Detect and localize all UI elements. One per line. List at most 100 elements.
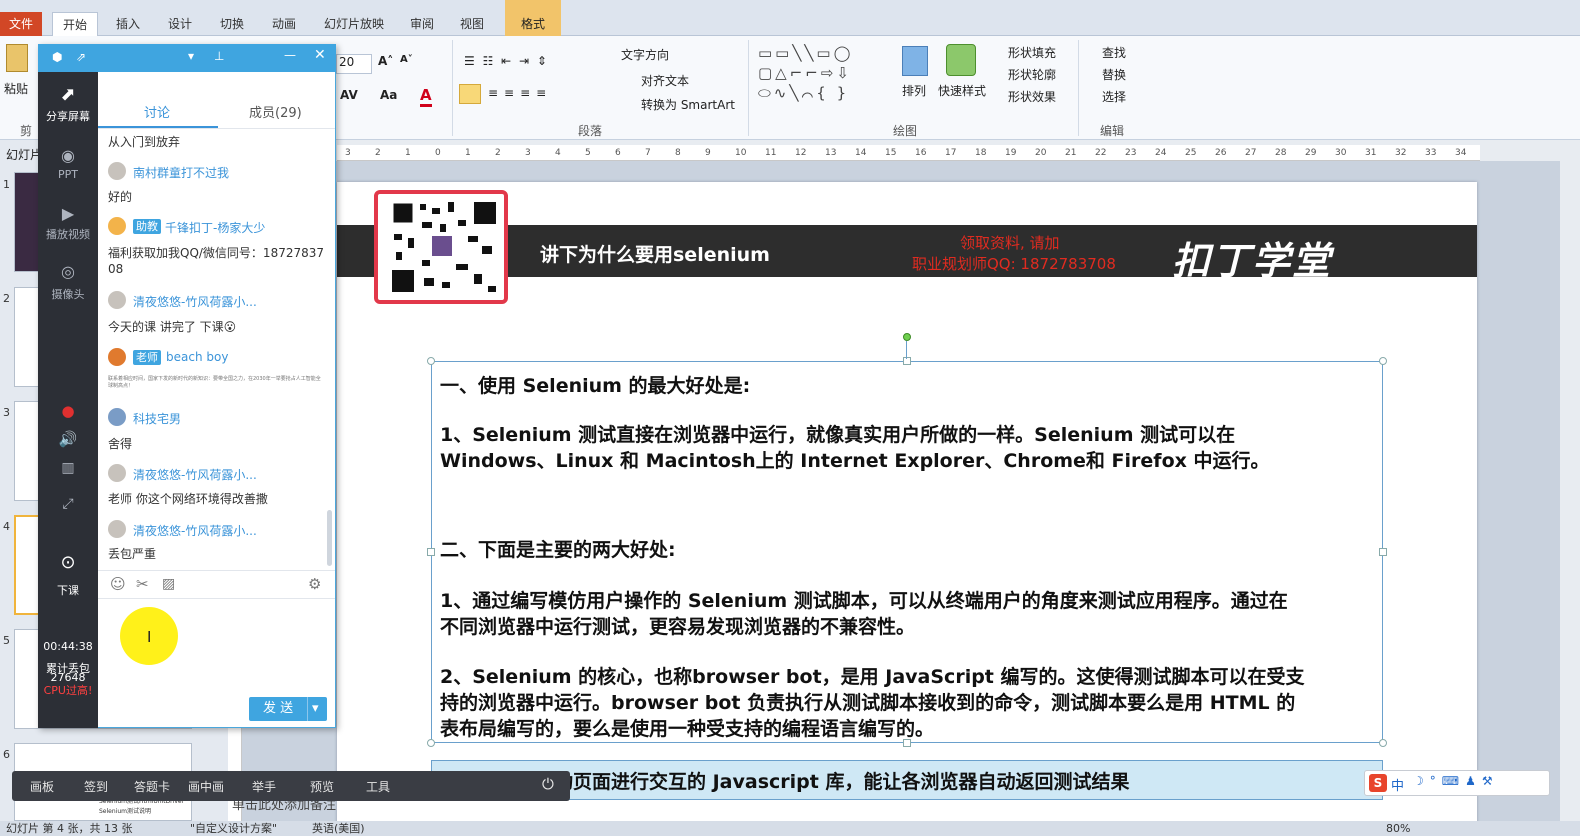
shape-fill-button[interactable]: 形状填充 bbox=[1008, 44, 1056, 61]
ruler-tick: 29 bbox=[1305, 148, 1317, 158]
pin-icon[interactable]: ⊥ bbox=[214, 49, 224, 63]
quick-styles-button[interactable]: 快速样式 bbox=[938, 82, 986, 99]
fullscreen-icon[interactable]: ⤢ bbox=[38, 496, 98, 512]
tab-animations[interactable]: 动画 bbox=[262, 12, 306, 36]
ruler-tick: 6 bbox=[615, 148, 621, 158]
shapes-gallery-row2[interactable]: ▢△⌐⌐⇨⇩ bbox=[758, 64, 852, 82]
resize-handle[interactable] bbox=[1379, 739, 1387, 747]
chevron-down-icon[interactable]: ▾ bbox=[307, 697, 319, 721]
file-tab[interactable]: 文件 bbox=[0, 12, 42, 36]
chat-user-name[interactable]: 清夜悠悠-竹风荷露小... bbox=[133, 293, 257, 310]
answer-card-button[interactable]: 答题卡 bbox=[134, 778, 170, 795]
send-button[interactable]: 发 送 ▾ bbox=[249, 697, 327, 721]
end-class-icon[interactable]: ⊙ bbox=[38, 552, 98, 573]
chat-user-name[interactable]: 南村群童打不过我 bbox=[133, 164, 229, 181]
preview-button[interactable]: 预览 bbox=[310, 778, 334, 795]
arrange-button[interactable]: 排列 bbox=[902, 82, 926, 99]
font-size-box[interactable]: 20 bbox=[336, 54, 372, 74]
volume-bars-icon[interactable]: ▥ bbox=[38, 460, 98, 476]
share-screen-label[interactable]: 分享屏幕 bbox=[38, 108, 98, 124]
ppt-label[interactable]: PPT bbox=[38, 168, 98, 181]
chat-user-name[interactable]: 科技宅男 bbox=[133, 410, 181, 427]
tab-transitions[interactable]: 切换 bbox=[210, 12, 254, 36]
tab-view[interactable]: 视图 bbox=[450, 12, 494, 36]
summary-box[interactable]: 总概：可以驱动页面进行交互的 Javascript 库，能让各浏览器自动返回测试… bbox=[431, 760, 1383, 800]
zoom-level[interactable]: 80% bbox=[1386, 821, 1410, 836]
image-icon[interactable]: ▨ bbox=[162, 576, 175, 592]
align-text-button[interactable]: 对齐文本 bbox=[641, 72, 689, 89]
pip-button[interactable]: 画中画 bbox=[188, 778, 224, 795]
play-video-label[interactable]: 播放视频 bbox=[38, 226, 98, 242]
tab-insert[interactable]: 插入 bbox=[106, 12, 150, 36]
replace-button[interactable]: 替换 bbox=[1102, 66, 1126, 83]
resize-handle[interactable] bbox=[1379, 357, 1387, 365]
tools-button[interactable]: 工具 bbox=[366, 778, 390, 795]
tab-review[interactable]: 审阅 bbox=[402, 12, 442, 36]
shapes-gallery-icon[interactable]: ▭▭╲╲▭◯ bbox=[758, 44, 853, 62]
shape-outline-button[interactable]: 形状轮廓 bbox=[1008, 66, 1056, 83]
find-button[interactable]: 查找 bbox=[1102, 44, 1126, 61]
body-line: 二、下面是主要的两大好处: bbox=[440, 539, 676, 561]
camera-icon[interactable]: ◎ bbox=[38, 262, 98, 281]
smartart-button[interactable]: 转换为 SmartArt bbox=[641, 96, 735, 113]
align-group-icons[interactable]: ≡≡≡≡ bbox=[488, 86, 552, 100]
resize-handle[interactable] bbox=[1379, 548, 1387, 556]
chat-user-name[interactable]: beach boy bbox=[166, 350, 228, 364]
bullets-icon[interactable]: ☰ ☷ ⇤ ⇥ ⇕ bbox=[464, 54, 549, 68]
resize-handle[interactable] bbox=[427, 357, 435, 365]
play-video-icon[interactable]: ▶ bbox=[38, 204, 98, 223]
tab-home[interactable]: 开始 bbox=[52, 12, 98, 36]
change-case-icon[interactable]: Aa bbox=[380, 88, 397, 102]
ime-mode[interactable]: 中 bbox=[1391, 775, 1404, 794]
signin-button[interactable]: 签到 bbox=[84, 778, 108, 795]
select-button[interactable]: 选择 bbox=[1102, 88, 1126, 105]
tab-format[interactable]: 格式 bbox=[505, 0, 561, 36]
minimize-icon[interactable]: — bbox=[284, 48, 296, 62]
shapes-gallery-row3[interactable]: ⬭∿╲⌒{ } bbox=[758, 84, 849, 102]
shrink-font-icon[interactable]: A˅ bbox=[400, 54, 413, 65]
resize-handle[interactable] bbox=[903, 357, 911, 365]
align-left-icon[interactable] bbox=[459, 84, 481, 104]
grow-font-icon[interactable]: A˄ bbox=[378, 54, 393, 68]
emoji-icon[interactable]: ☺ bbox=[110, 575, 126, 593]
speaker-icon[interactable]: 🔊 bbox=[38, 430, 98, 448]
gear-icon[interactable]: ⚙ bbox=[308, 575, 321, 593]
chat-scrollbar[interactable] bbox=[327, 510, 332, 566]
share-icon[interactable]: ⇗ bbox=[76, 50, 86, 64]
resize-handle[interactable] bbox=[427, 739, 435, 747]
resize-handle[interactable] bbox=[427, 548, 435, 556]
rotate-handle[interactable] bbox=[903, 333, 911, 341]
settings-icon[interactable]: ⬢ bbox=[52, 50, 62, 64]
tab-slideshow[interactable]: 幻灯片放映 bbox=[314, 12, 394, 36]
tab-members[interactable]: 成员(29) bbox=[249, 102, 302, 121]
ruler-tick: 3 bbox=[345, 148, 351, 158]
text-direction-button[interactable]: 文字方向 bbox=[621, 46, 669, 63]
camera-label[interactable]: 摄像头 bbox=[38, 286, 98, 302]
chat-user-name[interactable]: 清夜悠悠-竹风荷露小... bbox=[133, 466, 257, 483]
chevron-down-icon[interactable]: ▾ bbox=[188, 49, 194, 63]
microphone-icon[interactable]: ● bbox=[38, 402, 98, 420]
paste-label[interactable]: 粘贴 bbox=[4, 80, 28, 97]
power-icon[interactable]: ⏻ bbox=[542, 775, 554, 793]
quick-styles-icon[interactable] bbox=[946, 44, 976, 76]
paste-icon[interactable] bbox=[6, 44, 28, 72]
chat-user-name[interactable]: 清夜悠悠-竹风荷露小... bbox=[133, 522, 257, 539]
avatar bbox=[108, 162, 126, 180]
end-class-label[interactable]: 下课 bbox=[38, 582, 98, 598]
tab-design[interactable]: 设计 bbox=[158, 12, 202, 36]
close-icon[interactable]: ✕ bbox=[314, 47, 326, 63]
ime-tool-icons[interactable]: ☽°⌨♟⚒ bbox=[1413, 774, 1499, 788]
char-spacing-icon[interactable]: AV bbox=[340, 88, 358, 102]
tab-discuss[interactable]: 讨论 bbox=[144, 102, 170, 121]
ppt-icon[interactable]: ◉ bbox=[38, 146, 98, 165]
font-color-icon[interactable]: A bbox=[420, 86, 432, 107]
whiteboard-button[interactable]: 画板 bbox=[30, 778, 54, 795]
raise-hand-button[interactable]: 举手 bbox=[252, 778, 276, 795]
scissors-icon[interactable]: ✂ bbox=[136, 575, 149, 593]
ruler-tick: 10 bbox=[735, 148, 747, 158]
chat-user-name[interactable]: 千锋扣丁-杨家大少 bbox=[165, 219, 265, 236]
ime-toolbar[interactable]: S 中 ☽°⌨♟⚒ bbox=[1364, 770, 1550, 796]
arrange-icon[interactable] bbox=[902, 46, 928, 76]
shape-effects-button[interactable]: 形状效果 bbox=[1008, 88, 1056, 105]
share-screen-icon[interactable]: ⬈ bbox=[38, 84, 98, 105]
